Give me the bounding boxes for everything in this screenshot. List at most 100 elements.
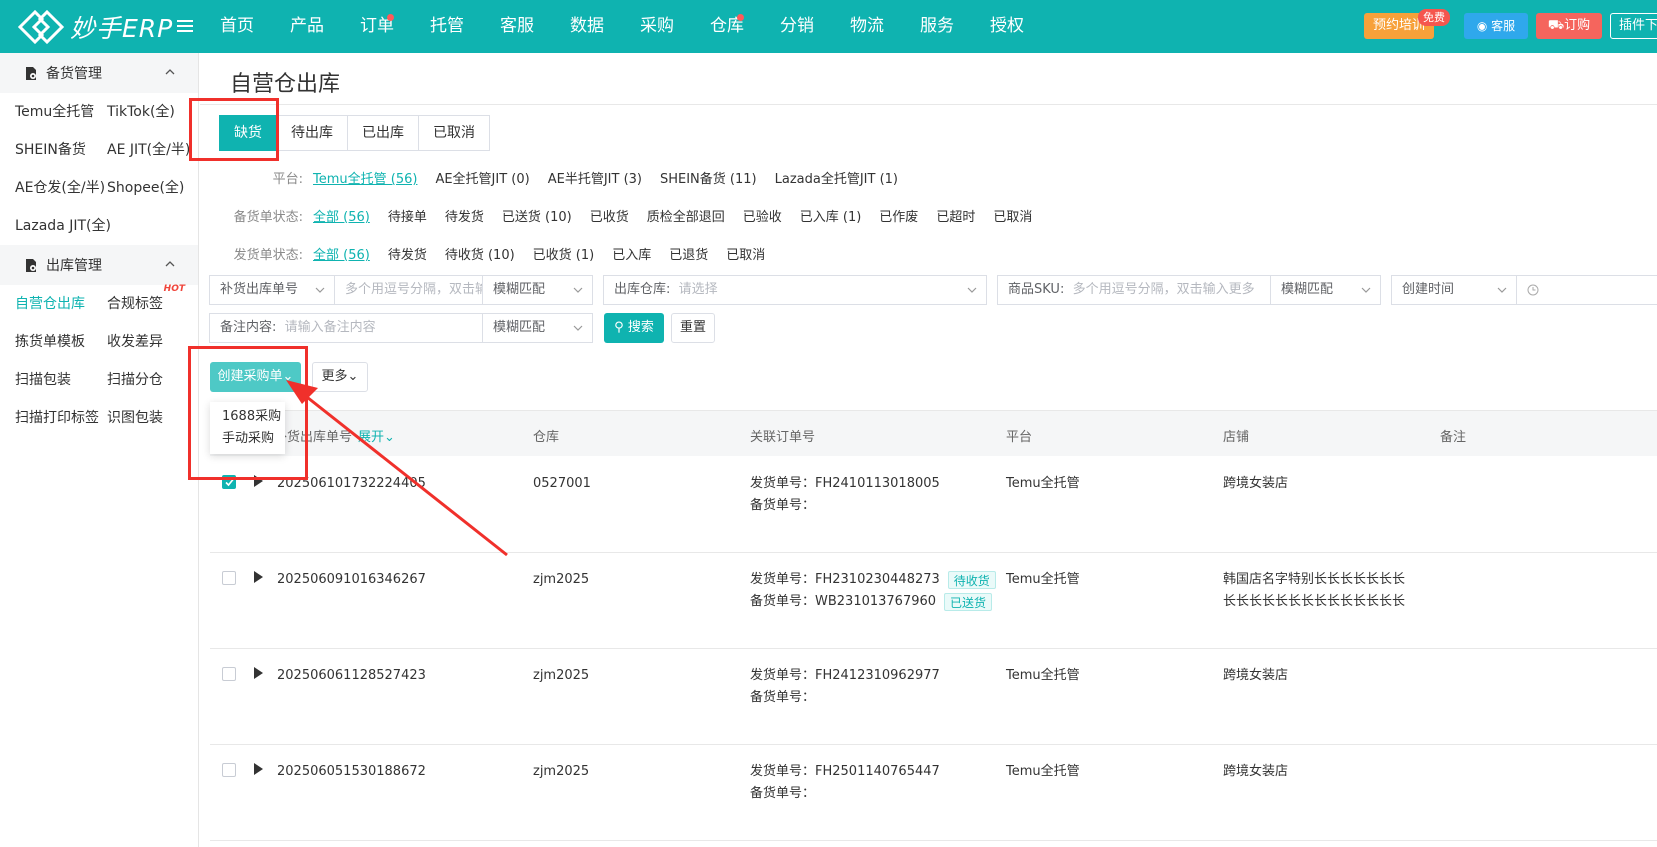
sidebar-item[interactable]: Temu全托管	[0, 93, 94, 131]
stock-number[interactable]: WB231013767960	[815, 594, 936, 609]
warehouse-select[interactable]: 出库仓库: 请选择	[603, 275, 987, 305]
filter-option[interactable]: 全部 (56)	[313, 206, 370, 225]
nav-item-1[interactable]: 产品	[272, 0, 342, 53]
filter-option[interactable]: 已收货 (1)	[533, 244, 595, 263]
sidebar-item[interactable]: Lazada JIT(全)	[0, 207, 111, 245]
more-button[interactable]: 更多⌄	[312, 362, 368, 392]
reset-button[interactable]: 重置	[671, 313, 715, 343]
sidebar-item[interactable]: AE JIT(全/半)	[92, 131, 199, 169]
row-checkbox[interactable]	[222, 571, 236, 585]
notification-dot-icon	[387, 14, 394, 21]
ship-number[interactable]: FH2412310962977	[815, 668, 940, 683]
sidebar-items: Temu全托管 TikTok(全) SHEIN备货 AE JIT(全/半) AE仓发(全…	[0, 93, 198, 245]
stock-prefix: 备货单号：	[750, 786, 816, 801]
filter-option[interactable]: 已入库	[612, 244, 651, 263]
filter-option[interactable]: 待发货	[445, 206, 484, 225]
search-button[interactable]: ⚲ 搜索	[604, 313, 664, 343]
filter-option[interactable]: AE半托管JIT (3)	[548, 168, 642, 187]
stock-prefix: 备货单号：	[750, 690, 816, 705]
sidebar-item[interactable]: 收发差异	[92, 323, 199, 361]
filter-option[interactable]: 待接单	[388, 206, 427, 225]
row-checkbox[interactable]	[222, 763, 236, 777]
sku-match-select[interactable]: 模糊匹配	[1270, 276, 1380, 304]
sidebar-item[interactable]: 拣货单模板	[0, 323, 92, 361]
ship-number[interactable]: FH2501140765447	[815, 764, 940, 779]
customer-service-button[interactable]: ◉ 客服	[1464, 13, 1528, 39]
filter-option[interactable]: AE全托管JIT (0)	[435, 168, 529, 187]
tab-2[interactable]: 已出库	[347, 115, 419, 151]
store: 韩国店名字特别长长长长长长长 长长长长长长长长长长长长长长	[1223, 569, 1405, 613]
filter-option[interactable]: 待发货	[388, 244, 427, 263]
sidebar-item[interactable]: AE仓发(全/半)	[0, 169, 105, 207]
tab-1[interactable]: 待出库	[276, 115, 348, 151]
nav-item-11[interactable]: 授权	[972, 0, 1042, 53]
sku-match-value: 模糊匹配	[1281, 282, 1334, 297]
expand-all-link[interactable]: 展开⌄	[358, 430, 395, 445]
sidebar-item[interactable]: SHEIN备货	[0, 131, 92, 169]
remark-input[interactable]: 备注内容: 请输入备注内容	[210, 314, 482, 342]
plugin-download-button[interactable]: 插件下载	[1610, 13, 1657, 39]
filter-option[interactable]: 质检全部退回	[647, 206, 725, 225]
filter-option[interactable]: Lazada全托管JIT (1)	[775, 168, 898, 187]
filter-option[interactable]: 已入库 (1)	[800, 206, 862, 225]
expand-row-icon[interactable]	[253, 763, 263, 775]
nav-item-6[interactable]: 采购	[622, 0, 692, 53]
ship-number[interactable]: FH2310230448273	[815, 572, 940, 587]
sidebar-item[interactable]: 扫描包装	[0, 361, 92, 399]
nav-item-5[interactable]: 数据	[552, 0, 622, 53]
filter-option[interactable]: SHEIN备货 (11)	[660, 168, 757, 187]
nav-item-4[interactable]: 客服	[482, 0, 552, 53]
filter-option[interactable]: 已作废	[879, 206, 918, 225]
sku-input[interactable]: 商品SKU: 多个用逗号分隔，双击输入更多	[998, 276, 1270, 304]
filter-option[interactable]: 已退货	[669, 244, 708, 263]
nav-item-2[interactable]: 订单	[342, 0, 412, 53]
sidebar-item[interactable]: 合规标签 HOT	[92, 284, 199, 323]
remark-match-select[interactable]: 模糊匹配	[482, 314, 592, 342]
sidebar-section-0[interactable]: 备货管理	[0, 53, 198, 93]
sidebar-item[interactable]: Shopee(全)	[92, 169, 199, 207]
row-checkbox[interactable]	[222, 667, 236, 681]
expand-row-icon[interactable]	[253, 667, 263, 679]
filter-option[interactable]: 已收货	[590, 206, 629, 225]
nav-item-8[interactable]: 分销	[762, 0, 832, 53]
chevron-down-icon: ⌄	[384, 430, 395, 445]
sidebar-item[interactable]: 自营仓出库	[0, 285, 92, 323]
order-type-select[interactable]: 补货出库单号	[210, 276, 334, 304]
table-row[interactable]: 202506091016346267 zjm2025 发货单号：FH23102304…	[210, 553, 1657, 649]
filter-option[interactable]: 已取消	[993, 206, 1032, 225]
expand-row-icon[interactable]	[253, 571, 263, 583]
brand-logo[interactable]: 妙手ERP	[17, 9, 173, 45]
sidebar-item[interactable]: 扫描分仓	[92, 361, 199, 399]
ship-number[interactable]: FH2410113018005	[815, 476, 940, 491]
date-range-input[interactable]	[1516, 276, 1656, 304]
highlight-box-create-purchase	[188, 346, 308, 480]
filter-option[interactable]: 已取消	[726, 244, 765, 263]
filter-option[interactable]: 全部 (56)	[313, 244, 370, 263]
sidebar-section-1[interactable]: 出库管理	[0, 245, 198, 285]
menu-toggle-icon[interactable]	[176, 15, 194, 37]
filter-option[interactable]: 已超时	[936, 206, 975, 225]
nav-item-7[interactable]: 仓库	[692, 0, 762, 53]
tab-3[interactable]: 已取消	[418, 115, 490, 151]
filter-option[interactable]: 待收货 (10)	[445, 244, 515, 263]
filter-option[interactable]: 已验收	[743, 206, 782, 225]
nav-item-0[interactable]: 首页	[202, 0, 272, 53]
nav-item-9[interactable]: 物流	[832, 0, 902, 53]
sidebar-item[interactable]: 扫描打印标签	[0, 399, 99, 437]
time-type-select[interactable]: 创建时间	[1392, 276, 1516, 304]
order-match-select[interactable]: 模糊匹配	[482, 276, 592, 304]
nav-item-10[interactable]: 服务	[902, 0, 972, 53]
expand-all-label: 展开	[358, 430, 385, 445]
table-row[interactable]: 202506061128527423 zjm2025 发货单号：FH24123109…	[210, 649, 1657, 745]
sidebar-item-label: Shopee(全)	[107, 180, 185, 196]
filter-option[interactable]: Temu全托管 (56)	[313, 168, 417, 187]
table-row[interactable]: 202506101732224405 0527001 发货单号：FH24101130…	[210, 457, 1657, 553]
order-number-input[interactable]: 多个用逗号分隔，双击输入更多	[334, 276, 482, 304]
sidebar-item[interactable]: 识图包装	[92, 399, 199, 437]
table-row[interactable]: 202506051530188672 zjm2025 发货单号：FH25011407…	[210, 745, 1657, 841]
subscribe-button[interactable]: ⛟订购	[1536, 13, 1602, 39]
nav-item-label: 分销	[780, 16, 814, 36]
filter-option[interactable]: 已送货 (10)	[502, 206, 572, 225]
nav-item-3[interactable]: 托管	[412, 0, 482, 53]
sidebar-item[interactable]: TikTok(全)	[92, 93, 199, 131]
